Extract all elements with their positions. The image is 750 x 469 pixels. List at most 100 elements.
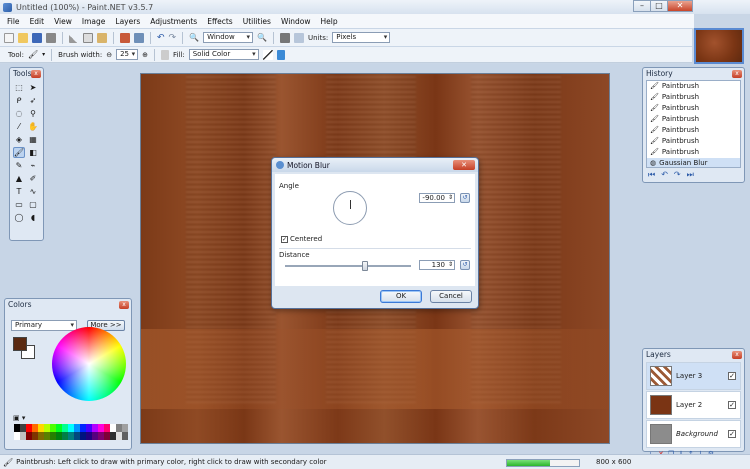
move-selected-icon[interactable]: ➶ bbox=[27, 95, 39, 106]
minimize-button[interactable]: – bbox=[633, 0, 651, 12]
distance-spinner[interactable]: 130 bbox=[419, 260, 455, 270]
curve-icon[interactable] bbox=[262, 49, 273, 60]
paintbrush-tool-icon[interactable]: 🖌 bbox=[28, 50, 38, 59]
menu-edit[interactable]: Edit bbox=[25, 17, 50, 26]
history-item[interactable]: 🖌 Paintbrush bbox=[647, 136, 740, 147]
paint-bucket-icon[interactable]: ◈ bbox=[13, 134, 25, 145]
distance-slider-thumb[interactable] bbox=[362, 261, 368, 271]
brush-width-combo[interactable]: 25 bbox=[116, 49, 139, 60]
rectangle-select-icon[interactable]: ⬚ bbox=[13, 82, 25, 93]
layer-row[interactable]: Layer 2 ✓ bbox=[646, 391, 741, 419]
pan-tool-icon[interactable]: ✋ bbox=[27, 121, 39, 132]
cancel-button[interactable]: Cancel bbox=[430, 290, 472, 303]
centered-checkbox[interactable]: ✓ bbox=[281, 236, 288, 243]
menu-adjustments[interactable]: Adjustments bbox=[145, 17, 202, 26]
print-icon[interactable] bbox=[46, 32, 56, 43]
increase-width-icon[interactable]: ⊕ bbox=[142, 51, 148, 59]
primary-color-swatch[interactable] bbox=[13, 337, 27, 351]
paintbrush-icon[interactable]: 🖌 bbox=[13, 147, 25, 158]
angle-dial[interactable] bbox=[333, 191, 367, 225]
color-wheel[interactable] bbox=[52, 327, 126, 401]
close-icon[interactable]: x bbox=[732, 351, 742, 359]
zoom-in-icon[interactable]: 🔍 bbox=[257, 33, 267, 42]
redo-icon[interactable]: ↷ bbox=[169, 33, 177, 43]
zoom-combo[interactable]: Window bbox=[203, 32, 254, 43]
menu-effects[interactable]: Effects bbox=[202, 17, 238, 26]
layer-visibility-checkbox[interactable]: ✓ bbox=[728, 430, 736, 438]
menu-window[interactable]: Window bbox=[276, 17, 316, 26]
layer-visibility-checkbox[interactable]: ✓ bbox=[728, 372, 736, 380]
deselect-icon[interactable] bbox=[134, 32, 144, 43]
history-item[interactable]: 🖌 Paintbrush bbox=[647, 114, 740, 125]
close-button[interactable]: ✕ bbox=[667, 0, 693, 12]
save-icon[interactable] bbox=[32, 32, 42, 43]
ellipse-select-icon[interactable]: ◌ bbox=[13, 108, 25, 119]
palette-swatch[interactable] bbox=[122, 424, 128, 432]
maximize-button[interactable]: □ bbox=[650, 0, 668, 12]
fast-forward-icon[interactable]: ⏭ bbox=[687, 170, 694, 180]
cut-icon[interactable] bbox=[69, 32, 79, 43]
layer-row[interactable]: Layer 3 ✓ bbox=[646, 362, 741, 390]
menu-layers[interactable]: Layers bbox=[110, 17, 145, 26]
clone-stamp-icon[interactable]: ▲ bbox=[13, 173, 25, 184]
menu-view[interactable]: View bbox=[49, 17, 77, 26]
rounded-rectangle-icon[interactable]: ▢ bbox=[27, 199, 39, 210]
layer-row[interactable]: Background ✓ bbox=[646, 420, 741, 448]
magic-wand-icon[interactable]: ⁄ bbox=[13, 121, 25, 132]
freeform-shape-icon[interactable]: ◖ bbox=[27, 212, 39, 223]
ellipse-shape-icon[interactable]: ◯ bbox=[13, 212, 25, 223]
line-curve-icon[interactable]: ∿ bbox=[27, 186, 39, 197]
gradient-icon[interactable]: ▦ bbox=[27, 134, 39, 145]
angle-spinner[interactable]: -90.00 bbox=[419, 193, 455, 203]
history-item[interactable]: 🖌 Paintbrush bbox=[647, 103, 740, 114]
copy-icon[interactable] bbox=[83, 32, 93, 43]
palette-swatch[interactable] bbox=[122, 432, 128, 440]
rewind-icon[interactable]: ⏮ bbox=[648, 170, 655, 180]
menu-image[interactable]: Image bbox=[77, 17, 111, 26]
undo-icon[interactable]: ↶ bbox=[157, 33, 165, 43]
grid-icon[interactable] bbox=[280, 32, 291, 43]
blend-icon[interactable] bbox=[276, 49, 285, 60]
units-combo[interactable]: Pixels bbox=[332, 32, 391, 43]
zoom-tool-icon[interactable]: ⚲ bbox=[27, 108, 39, 119]
history-item-selected[interactable]: ◍ Gaussian Blur bbox=[647, 158, 740, 167]
image-thumbnail-tab[interactable] bbox=[694, 28, 744, 64]
antialias-icon[interactable] bbox=[160, 49, 169, 60]
color-mode-combo[interactable]: Primary bbox=[11, 320, 77, 331]
ok-button[interactable]: OK bbox=[380, 290, 422, 303]
distance-reset-button[interactable]: ↺ bbox=[460, 260, 470, 270]
eraser-icon[interactable]: ◧ bbox=[27, 147, 39, 158]
decrease-width-icon[interactable]: ⊖ bbox=[106, 51, 112, 59]
lasso-select-icon[interactable]: ᑭ bbox=[13, 95, 25, 106]
angle-reset-button[interactable]: ↺ bbox=[460, 193, 470, 203]
menu-help[interactable]: Help bbox=[316, 17, 343, 26]
distance-slider-track[interactable] bbox=[285, 265, 411, 267]
history-item[interactable]: 🖌 Paintbrush bbox=[647, 147, 740, 158]
zoom-icon[interactable]: 🔍 bbox=[189, 33, 199, 42]
rectangle-shape-icon[interactable]: ▭ bbox=[13, 199, 25, 210]
color-picker-icon[interactable]: ⌁ bbox=[27, 160, 39, 171]
new-icon[interactable] bbox=[4, 32, 14, 43]
close-icon[interactable]: x bbox=[31, 70, 41, 78]
close-icon[interactable]: x bbox=[732, 70, 742, 78]
fill-combo[interactable]: Solid Color bbox=[188, 49, 259, 60]
menu-file[interactable]: File bbox=[2, 17, 25, 26]
paste-icon[interactable] bbox=[97, 32, 107, 43]
close-icon[interactable]: x bbox=[119, 301, 129, 309]
text-tool-icon[interactable]: T bbox=[13, 186, 25, 197]
ruler-icon[interactable] bbox=[294, 32, 305, 43]
history-item[interactable]: 🖌 Paintbrush bbox=[647, 92, 740, 103]
history-item[interactable]: 🖌 Paintbrush bbox=[647, 81, 740, 92]
crop-icon[interactable] bbox=[120, 32, 130, 43]
layer-visibility-checkbox[interactable]: ✓ bbox=[728, 401, 736, 409]
open-icon[interactable] bbox=[18, 32, 28, 43]
chevron-down-icon[interactable]: ▾ bbox=[42, 51, 45, 58]
menu-utilities[interactable]: Utilities bbox=[238, 17, 276, 26]
undo-icon[interactable]: ↶ bbox=[661, 170, 668, 180]
redo-icon[interactable]: ↷ bbox=[674, 170, 681, 180]
move-selection-icon[interactable]: ➤ bbox=[27, 82, 39, 93]
palette-menu-icon[interactable]: ▣ ▾ bbox=[13, 414, 25, 422]
history-item[interactable]: 🖌 Paintbrush bbox=[647, 125, 740, 136]
pencil-icon[interactable]: ✎ bbox=[13, 160, 25, 171]
recolor-icon[interactable]: ✐ bbox=[27, 173, 39, 184]
